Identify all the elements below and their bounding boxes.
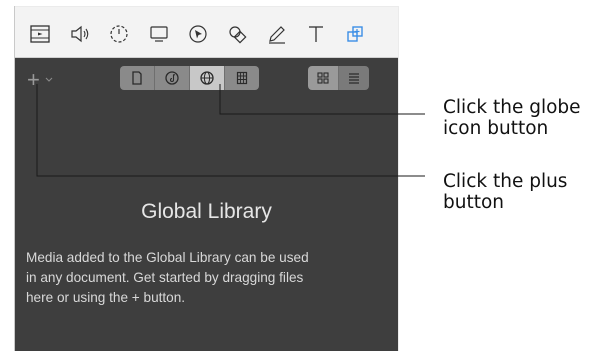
add-button[interactable]: + xyxy=(27,67,61,92)
list-view-button[interactable] xyxy=(339,66,369,90)
globe-icon xyxy=(200,71,214,85)
callout-text: Click the plus xyxy=(443,171,568,192)
list-view-icon xyxy=(349,73,359,84)
library-description-line: Media added to the Global Library can be… xyxy=(26,250,309,265)
tab-grid[interactable] xyxy=(225,66,259,90)
library-description-line: in any document. Get started by dragging… xyxy=(26,270,304,285)
library-source-tabs xyxy=(120,66,259,90)
globe-callout: Click the globe icon button xyxy=(443,97,581,139)
callout-text: icon button xyxy=(443,118,549,139)
grid-view-icon xyxy=(317,72,329,84)
plus-icon: + xyxy=(27,67,40,92)
plus-callout: Click the plus button xyxy=(443,171,567,213)
library-description-line: here or using the + button. xyxy=(26,290,186,305)
shapes-icon[interactable] xyxy=(225,22,249,46)
pencil-icon[interactable] xyxy=(265,22,289,46)
tab-music[interactable] xyxy=(155,66,190,90)
cursor-icon[interactable] xyxy=(186,22,210,46)
library-subbar: + xyxy=(15,58,398,100)
monitor-icon[interactable] xyxy=(147,22,171,46)
layout-mode-toggle xyxy=(308,66,369,90)
music-icon xyxy=(165,71,179,85)
grid-icon xyxy=(236,71,248,85)
document-icon xyxy=(132,71,142,85)
library-title: Global Library xyxy=(141,200,272,223)
speaker-icon[interactable] xyxy=(68,22,92,46)
library-description: Media added to the Global Library can be… xyxy=(26,248,391,308)
timer-icon[interactable] xyxy=(107,22,131,46)
grid-view-button[interactable] xyxy=(308,66,339,90)
film-icon[interactable] xyxy=(28,22,52,46)
global-library-panel: + Global Library Media added to the Glob… xyxy=(15,58,398,351)
tab-document[interactable] xyxy=(120,66,155,90)
callout-text: button xyxy=(443,192,505,213)
toolbar xyxy=(15,7,398,58)
library-icon[interactable] xyxy=(343,22,367,46)
chevron-down-icon xyxy=(45,77,53,82)
tab-global[interactable] xyxy=(190,66,225,90)
text-icon[interactable] xyxy=(304,22,328,46)
callout-text: Click the globe xyxy=(443,97,581,118)
